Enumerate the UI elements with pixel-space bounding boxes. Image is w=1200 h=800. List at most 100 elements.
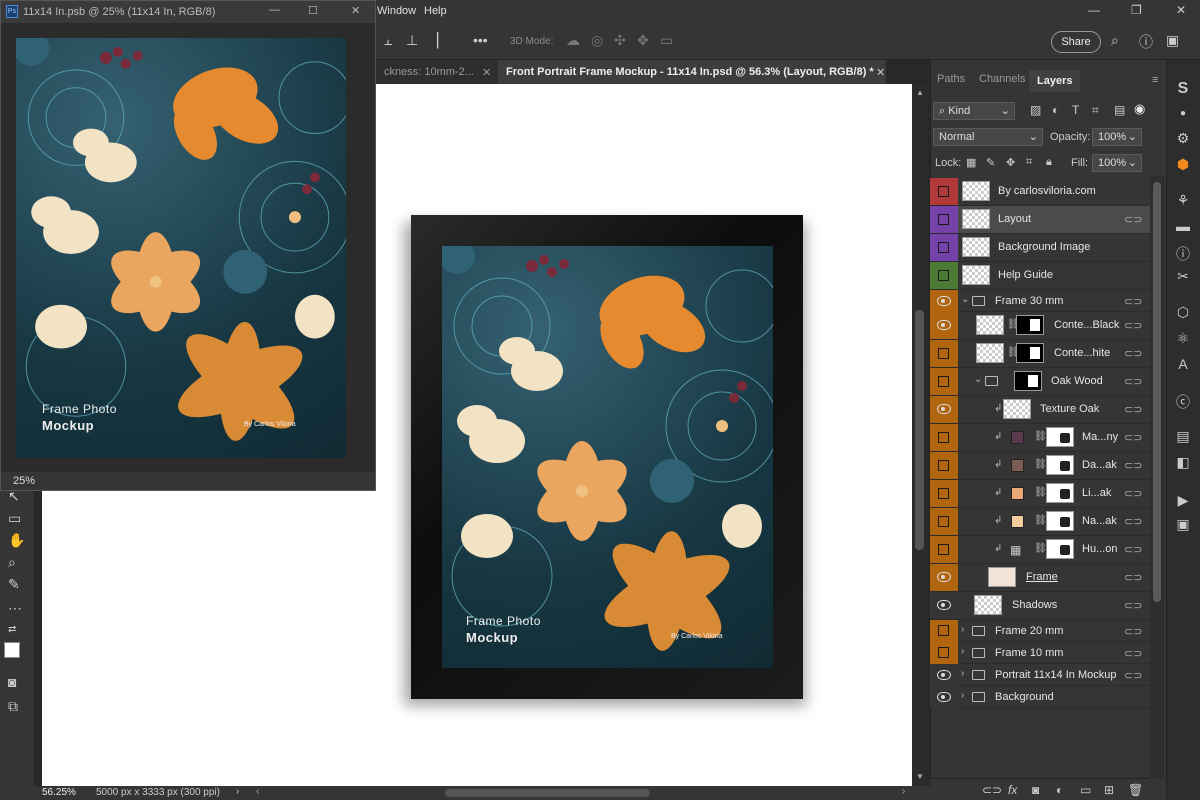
actions-play-icon[interactable]: ▶ [1172, 492, 1194, 509]
layer-row[interactable]: ↲ ⛓ Na...ak ⊂⊃ [930, 508, 1150, 536]
layer-color-tag[interactable] [930, 178, 958, 205]
scroll-right-icon[interactable]: › [902, 786, 905, 797]
eye-icon[interactable] [937, 600, 951, 610]
layer-name[interactable]: Ma...ny [1082, 431, 1118, 443]
layer-color-tag[interactable] [930, 290, 958, 312]
tab-layers[interactable]: Layers [1029, 70, 1081, 92]
3d-camera-icon[interactable]: ▭ [660, 32, 673, 49]
history-brush-icon[interactable]: ▬ [1172, 218, 1194, 234]
eye-icon[interactable] [937, 404, 951, 414]
styles-icon[interactable]: ⚛ [1172, 330, 1194, 347]
chevron-down-icon[interactable]: ⌄ [961, 294, 969, 305]
3d-drag-icon[interactable]: ✣ [614, 32, 626, 49]
eye-icon[interactable] [937, 692, 951, 702]
eye-icon[interactable] [937, 572, 951, 582]
layer-name[interactable]: Li...ak [1082, 487, 1111, 499]
layer-row[interactable]: ↲ Texture Oak ⊂⊃ [930, 396, 1150, 424]
robot-arm-icon[interactable]: ⚙ [1172, 130, 1194, 147]
share-button[interactable]: Share [1051, 31, 1101, 53]
plugin-s-icon[interactable]: S [1172, 80, 1194, 98]
scroll-up-icon[interactable]: ▲ [916, 88, 924, 97]
layer-row[interactable]: ⛓ Conte...hite ⊂⊃ [930, 340, 1150, 368]
healing-brush-icon[interactable]: ✎ [8, 576, 20, 593]
3d-orbit-icon[interactable]: ☁ [566, 32, 580, 49]
chevron-down-icon[interactable]: ⌄ [974, 374, 982, 385]
close-icon[interactable]: ✕ [351, 4, 360, 17]
scroll-left-icon[interactable]: ‹ [256, 786, 259, 797]
layer-color-tag[interactable] [930, 480, 958, 507]
chain-icon[interactable]: ⛓ [1034, 487, 1047, 498]
filter-adjustment-icon[interactable]: ◐ [1052, 103, 1059, 117]
fx-icon[interactable]: fx [1008, 783, 1017, 797]
visibility-off-box[interactable] [938, 214, 949, 225]
brush-settings-icon[interactable]: ⚘ [1172, 192, 1194, 209]
layer-name[interactable]: Conte...hite [1054, 347, 1110, 359]
tab-front-portrait[interactable]: Front Portrait Frame Mockup - 11x14 In.p… [498, 60, 886, 84]
chain-icon[interactable]: ⛓ [1034, 431, 1047, 442]
info-icon[interactable]: ⓘ [1172, 244, 1194, 264]
foreground-color-swatch[interactable] [4, 642, 20, 658]
layer-color-tag[interactable] [930, 368, 958, 395]
layer-row[interactable]: Shadows ⊂⊃ [930, 592, 1150, 620]
lock-image-icon[interactable]: ✎ [986, 156, 995, 169]
align-bottom-icon[interactable]: ⫠ [384, 32, 392, 49]
creative-cloud-libraries-icon[interactable]: ⓒ [1172, 392, 1194, 412]
more-tools-icon[interactable]: ⋯ [8, 600, 22, 617]
adjustments-icon[interactable]: ◧ [1172, 454, 1194, 471]
eye-icon[interactable] [937, 320, 951, 330]
layer-name[interactable]: By carlosviloria.com [998, 185, 1096, 197]
zoom-level[interactable]: 56.25% [42, 787, 76, 798]
layer-color-tag[interactable] [930, 620, 958, 642]
dot-icon[interactable]: ● [1172, 108, 1194, 119]
workspace-icon[interactable]: ▣ [1166, 32, 1179, 49]
layer-name[interactable]: Portrait 11x14 In Mockup [995, 669, 1116, 681]
fill-field[interactable]: 100% ⌄ [1092, 154, 1142, 172]
visibility-off-box[interactable] [938, 242, 949, 253]
layer-name[interactable]: Frame 30 mm [995, 295, 1063, 307]
layer-color-tag[interactable] [930, 206, 958, 233]
layer-color-tag[interactable] [930, 234, 958, 261]
maximize-icon[interactable]: ☐ [308, 4, 318, 17]
layer-row[interactable]: Help Guide [930, 262, 1150, 290]
layer-visibility[interactable] [930, 686, 958, 708]
chevron-right-icon[interactable]: › [961, 668, 964, 679]
scroll-down-icon[interactable]: ▼ [916, 772, 924, 781]
layer-visibility[interactable] [930, 592, 958, 619]
properties-icon[interactable]: ▤ [1172, 428, 1194, 445]
layer-row[interactable]: ↲ ▦ ⛓ Hu...on ⊂⊃ [930, 536, 1150, 564]
layer-group-row[interactable]: › Portrait 11x14 In Mockup ⊂⊃ [930, 664, 1150, 686]
lock-artboard-icon[interactable]: ⌗ [1026, 156, 1032, 169]
layer-name[interactable]: Da...ak [1082, 459, 1117, 471]
marquee-tool-icon[interactable]: ▭ [8, 510, 21, 527]
swap-colors-icon[interactable]: ⇄ [8, 624, 16, 635]
layer-group-row[interactable]: › Frame 20 mm ⊂⊃ [930, 620, 1150, 642]
layer-name[interactable]: Frame [1026, 571, 1058, 583]
layer-name[interactable]: Oak Wood [1051, 375, 1103, 387]
layer-group-row[interactable]: › Background [930, 686, 1150, 708]
layer-color-tag[interactable] [930, 312, 958, 339]
link-layers-icon[interactable]: ⊂⊃ [982, 783, 1002, 797]
layer-color-tag[interactable] [930, 536, 958, 563]
layer-row[interactable]: Frame ⊂⊃ [930, 564, 1150, 592]
layer-color-tag[interactable] [930, 340, 958, 367]
character-icon[interactable]: A [1172, 356, 1194, 372]
layer-filter-select[interactable]: ⌕ Kind ⌄ [933, 102, 1015, 120]
layer-group-row[interactable]: ⌄ Oak Wood ⊂⊃ [930, 368, 1150, 396]
tools-icon[interactable]: ✂ [1172, 268, 1194, 285]
add-mask-icon[interactable]: ◙ [1032, 783, 1039, 797]
layer-color-tag[interactable] [930, 564, 958, 591]
vertical-scroll-thumb[interactable] [915, 310, 924, 550]
align-bottom-edges-icon[interactable]: ⊥ [406, 32, 418, 49]
layers-scroll-thumb[interactable] [1153, 182, 1161, 602]
new-layer-icon[interactable]: ⊞ [1104, 783, 1114, 797]
close-icon[interactable]: ✕ [1176, 3, 1186, 17]
visibility-off-box[interactable] [938, 516, 949, 527]
layer-group-row[interactable]: ⌄ Frame 30 mm ⊂⊃ [930, 290, 1150, 312]
blend-mode-select[interactable]: Normal ⌄ [933, 128, 1043, 146]
layer-name[interactable]: Conte...Black [1054, 319, 1119, 331]
layer-color-tag[interactable] [930, 396, 958, 423]
layer-row-selected[interactable]: Layout ⊂⊃ [930, 206, 1150, 234]
layer-color-tag[interactable] [930, 508, 958, 535]
layer-row[interactable]: ↲ ⛓ Da...ak ⊂⊃ [930, 452, 1150, 480]
lock-all-icon[interactable]: 🔒︎ [1046, 156, 1052, 169]
